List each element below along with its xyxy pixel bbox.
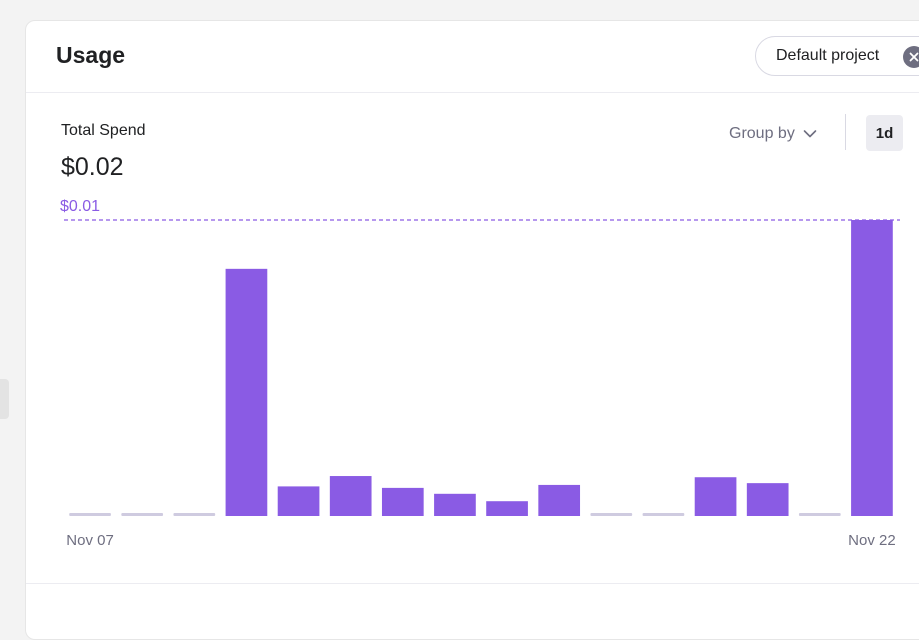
chart-bar	[225, 268, 268, 516]
chart-bar	[381, 487, 424, 516]
usage-card: Usage Default project Total Spend $0.02 …	[25, 20, 919, 640]
chart-bar	[642, 513, 685, 516]
side-panel-handle[interactable]	[0, 379, 9, 419]
chart-bar	[69, 513, 111, 516]
chart-bar	[798, 513, 841, 516]
chart-bar	[277, 486, 320, 516]
x-tick-label: Nov 07	[66, 532, 114, 549]
spend-bar-chart: $0.01 Nov 07 Nov 22	[60, 198, 900, 549]
chart-bar	[486, 501, 528, 516]
chart-bar	[121, 513, 164, 516]
chart-bar	[538, 484, 581, 516]
chart-bar	[329, 476, 372, 516]
reference-line-label: $0.01	[60, 198, 100, 215]
chart-bar	[746, 483, 789, 516]
chart-bar	[173, 513, 216, 516]
chart-bar	[590, 513, 633, 516]
chart-bar	[694, 477, 737, 516]
chart-bar	[851, 220, 893, 516]
section-divider	[26, 583, 919, 584]
chart-bar	[434, 493, 476, 516]
x-tick-label: Nov 22	[848, 532, 896, 549]
